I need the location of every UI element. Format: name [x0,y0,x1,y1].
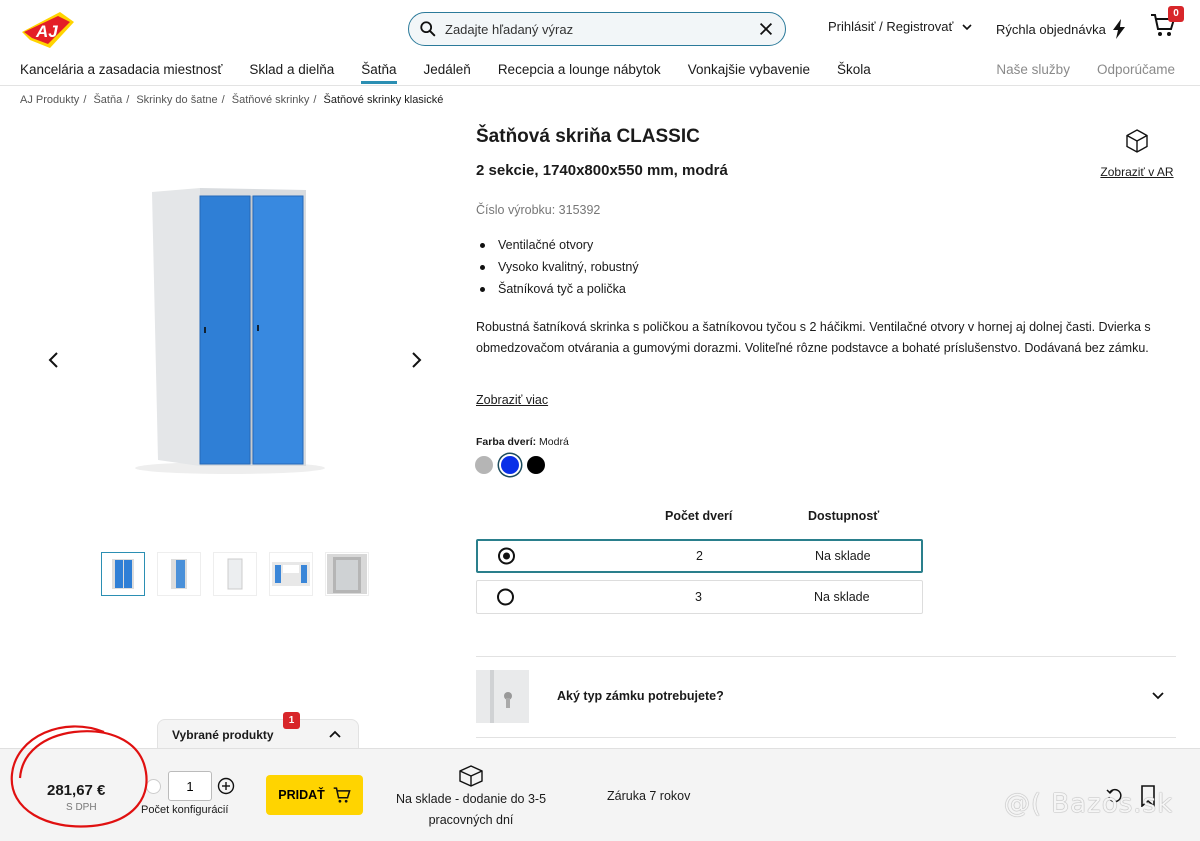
configuration-checkbox[interactable] [146,779,161,794]
breadcrumb-current: Šatňové skrinky klasické [323,94,444,106]
radio-button[interactable] [498,547,515,565]
swatch-gray[interactable] [475,456,493,474]
thumbnail-strip [101,552,369,596]
thumbnail-2[interactable] [157,552,201,596]
quantity-label: Počet konfigurácií [141,804,229,816]
product-sku: Číslo výrobku: 315392 [476,203,601,217]
view-in-ar-button[interactable]: Zobraziť v AR [1098,128,1176,179]
lock-question: Aký typ zámku potrebujete? [557,689,724,703]
feature-item: Ventilačné otvory [476,238,639,252]
breadcrumb-link[interactable]: Šatňové skrinky [232,94,310,106]
nav-item-recepcia[interactable]: Recepcia a lounge nábytok [498,62,661,83]
door-color-label: Farba dverí: Modrá [476,436,569,448]
plus-icon[interactable] [217,777,235,795]
swatch-blue[interactable] [501,456,519,474]
option-doors: 2 [696,549,703,563]
option-row-3-doors[interactable]: 3 Na sklade [476,580,923,614]
nav-item-satna[interactable]: Šatňa [361,62,397,84]
option-availability: Na sklade [814,590,870,604]
add-label: PRIDAŤ [278,788,325,802]
header: AJ Prihlásiť / Registrovať Rýchla objedn… [0,0,1200,86]
nav-item-nase-sluzby[interactable]: Naše služby [996,62,1070,77]
lock-image [476,670,529,723]
swatch-black[interactable] [527,456,545,474]
package-icon [459,765,483,787]
door-color-value: Modrá [539,436,569,448]
cart-button[interactable]: 0 [1150,6,1184,42]
add-to-cart-button[interactable]: PRIDAŤ [266,775,363,815]
quantity-input[interactable] [168,771,212,801]
logo-text: AJ [35,22,58,41]
product-title: Šatňová skriňa CLASSIC [476,126,700,147]
cart-count-badge: 0 [1168,6,1184,22]
login-label: Prihlásiť / Registrovať [828,19,954,34]
product-subtitle: 2 sekcie, 1740x800x550 mm, modrá [476,162,728,179]
nav-item-odporucame[interactable]: Odporúčame [1097,62,1175,77]
nav-item-sklad[interactable]: Sklad a dielňa [249,62,334,83]
option-doors: 3 [695,590,702,604]
aj-logo[interactable]: AJ [20,10,76,50]
cart-icon [333,787,351,803]
color-swatches [475,456,545,474]
divider [476,656,1176,657]
divider [476,737,1176,738]
option-availability: Na sklade [815,549,871,563]
selected-products-tab[interactable]: Vybrané produkty 1 [157,712,359,749]
login-register-link[interactable]: Prihlásiť / Registrovať [828,19,973,34]
selected-count-badge: 1 [283,712,300,729]
secondary-nav: Naše služby Odporúčame [996,62,1175,77]
nav-item-kancelaria[interactable]: Kancelária a zasadacia miestnosť [20,62,222,83]
breadcrumb: AJ Produkty / Šatňa / Skrinky do šatne / Ša… [20,94,444,106]
nav-item-vonkajsie[interactable]: Vonkajšie vybavenie [688,62,810,83]
selected-products-label: Vybrané produkty [172,728,274,742]
availability-column-header: Dostupnosť [808,509,880,523]
breadcrumb-link[interactable]: Šatňa [93,94,122,106]
feature-list: Ventilačné otvory Vysoko kvalitný, robus… [476,238,639,304]
thumbnail-1[interactable] [101,552,145,596]
product-description: Robustná šatníková skrinka s poličkou a … [476,320,1151,355]
lightning-icon [1112,19,1125,39]
main-nav: Kancelária a zasadacia miestnosť Sklad a… [20,62,898,84]
door-color-caption: Farba dverí: [476,436,537,448]
thumbnail-3[interactable] [213,552,257,596]
ar-label: Zobraziť v AR [1100,165,1174,179]
option-row-2-doors[interactable]: 2 Na sklade [476,539,923,573]
chevron-down-icon [962,23,972,30]
lock-type-accordion[interactable]: Aký typ zámku potrebujete? [476,668,1176,724]
nav-item-jedalen[interactable]: Jedáleň [424,62,471,83]
gallery-next-arrow-icon[interactable] [406,350,426,370]
watermark: @( Bazos.sk [1004,789,1174,819]
purchase-bar: 281,67 € S DPH Počet konfigurácií PRIDAŤ… [0,748,1200,841]
product-main-image[interactable] [100,170,370,490]
feature-item: Vysoko kvalitný, robustný [476,260,639,274]
search-icon [420,21,436,37]
breadcrumb-link[interactable]: Skrinky do šatne [136,94,217,106]
search-input[interactable] [437,21,757,37]
doors-column-header: Počet dverí [665,509,733,523]
gallery-prev-arrow-icon[interactable] [44,350,64,370]
close-icon[interactable] [757,20,775,38]
show-more-link[interactable]: Zobraziť viac [476,393,548,407]
feature-item: Šatníková tyč a polička [476,282,639,296]
vat-label: S DPH [66,802,97,813]
ar-cube-icon [1126,129,1148,153]
search-bar[interactable] [408,12,786,46]
warranty-label: Záruka 7 rokov [607,789,691,803]
price: 281,67 € [47,782,106,799]
stock-line-1: Na sklade - dodanie do 3-5 [395,792,547,806]
quick-order-link[interactable]: Rýchla objednávka [996,19,1126,39]
quick-order-label: Rýchla objednávka [996,21,1106,37]
breadcrumb-link[interactable]: AJ Produkty [20,94,79,106]
nav-item-skola[interactable]: Škola [837,62,871,83]
stock-line-2: pracovných dní [428,812,514,827]
thumbnail-5[interactable] [325,552,369,596]
radio-button[interactable] [497,588,514,606]
chevron-down-icon [1152,692,1164,700]
stock-info: Na sklade - dodanie do 3-5 pracovných dn… [388,765,554,830]
chevron-up-icon [329,730,341,738]
thumbnail-4[interactable] [269,552,313,596]
